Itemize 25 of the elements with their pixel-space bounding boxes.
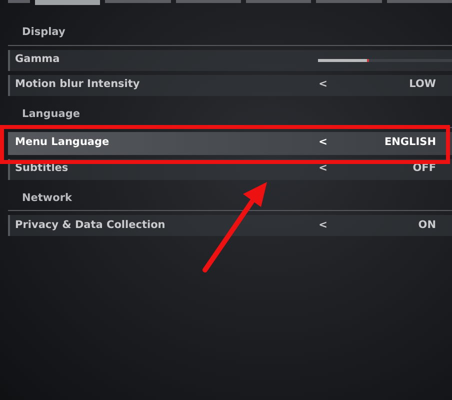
section-heading: Display (8, 25, 452, 46)
setting-value: ENGLISH (383, 135, 437, 150)
previous-arrow[interactable]: < (314, 135, 332, 151)
previous-arrow[interactable]: < (314, 77, 332, 94)
setting-value: LOW (408, 77, 437, 92)
tab[interactable] (176, 0, 241, 3)
setting-label: Privacy & Data Collection (15, 218, 166, 233)
setting-label: Menu Language (15, 135, 110, 150)
setting-row[interactable]: Motion blur Intensity < LOW (8, 74, 452, 96)
tab[interactable] (386, 0, 452, 3)
tab[interactable] (35, 0, 100, 5)
setting-label: Motion blur Intensity (15, 77, 141, 92)
tab[interactable] (105, 0, 171, 3)
previous-arrow[interactable]: < (314, 161, 332, 177)
setting-row[interactable]: Privacy & Data Collection < ON (8, 215, 452, 236)
previous-arrow[interactable]: < (314, 218, 332, 234)
tab[interactable] (316, 0, 382, 3)
setting-row[interactable]: Menu Language < ENGLISH (8, 132, 452, 154)
setting-value: ON (417, 218, 437, 233)
section-heading: Language (8, 106, 452, 128)
tab[interactable] (246, 0, 312, 3)
tab[interactable] (8, 0, 30, 3)
slider-track[interactable] (318, 58, 452, 62)
setting-row[interactable]: Gamma (8, 50, 452, 71)
setting-label: Gamma (15, 52, 61, 68)
